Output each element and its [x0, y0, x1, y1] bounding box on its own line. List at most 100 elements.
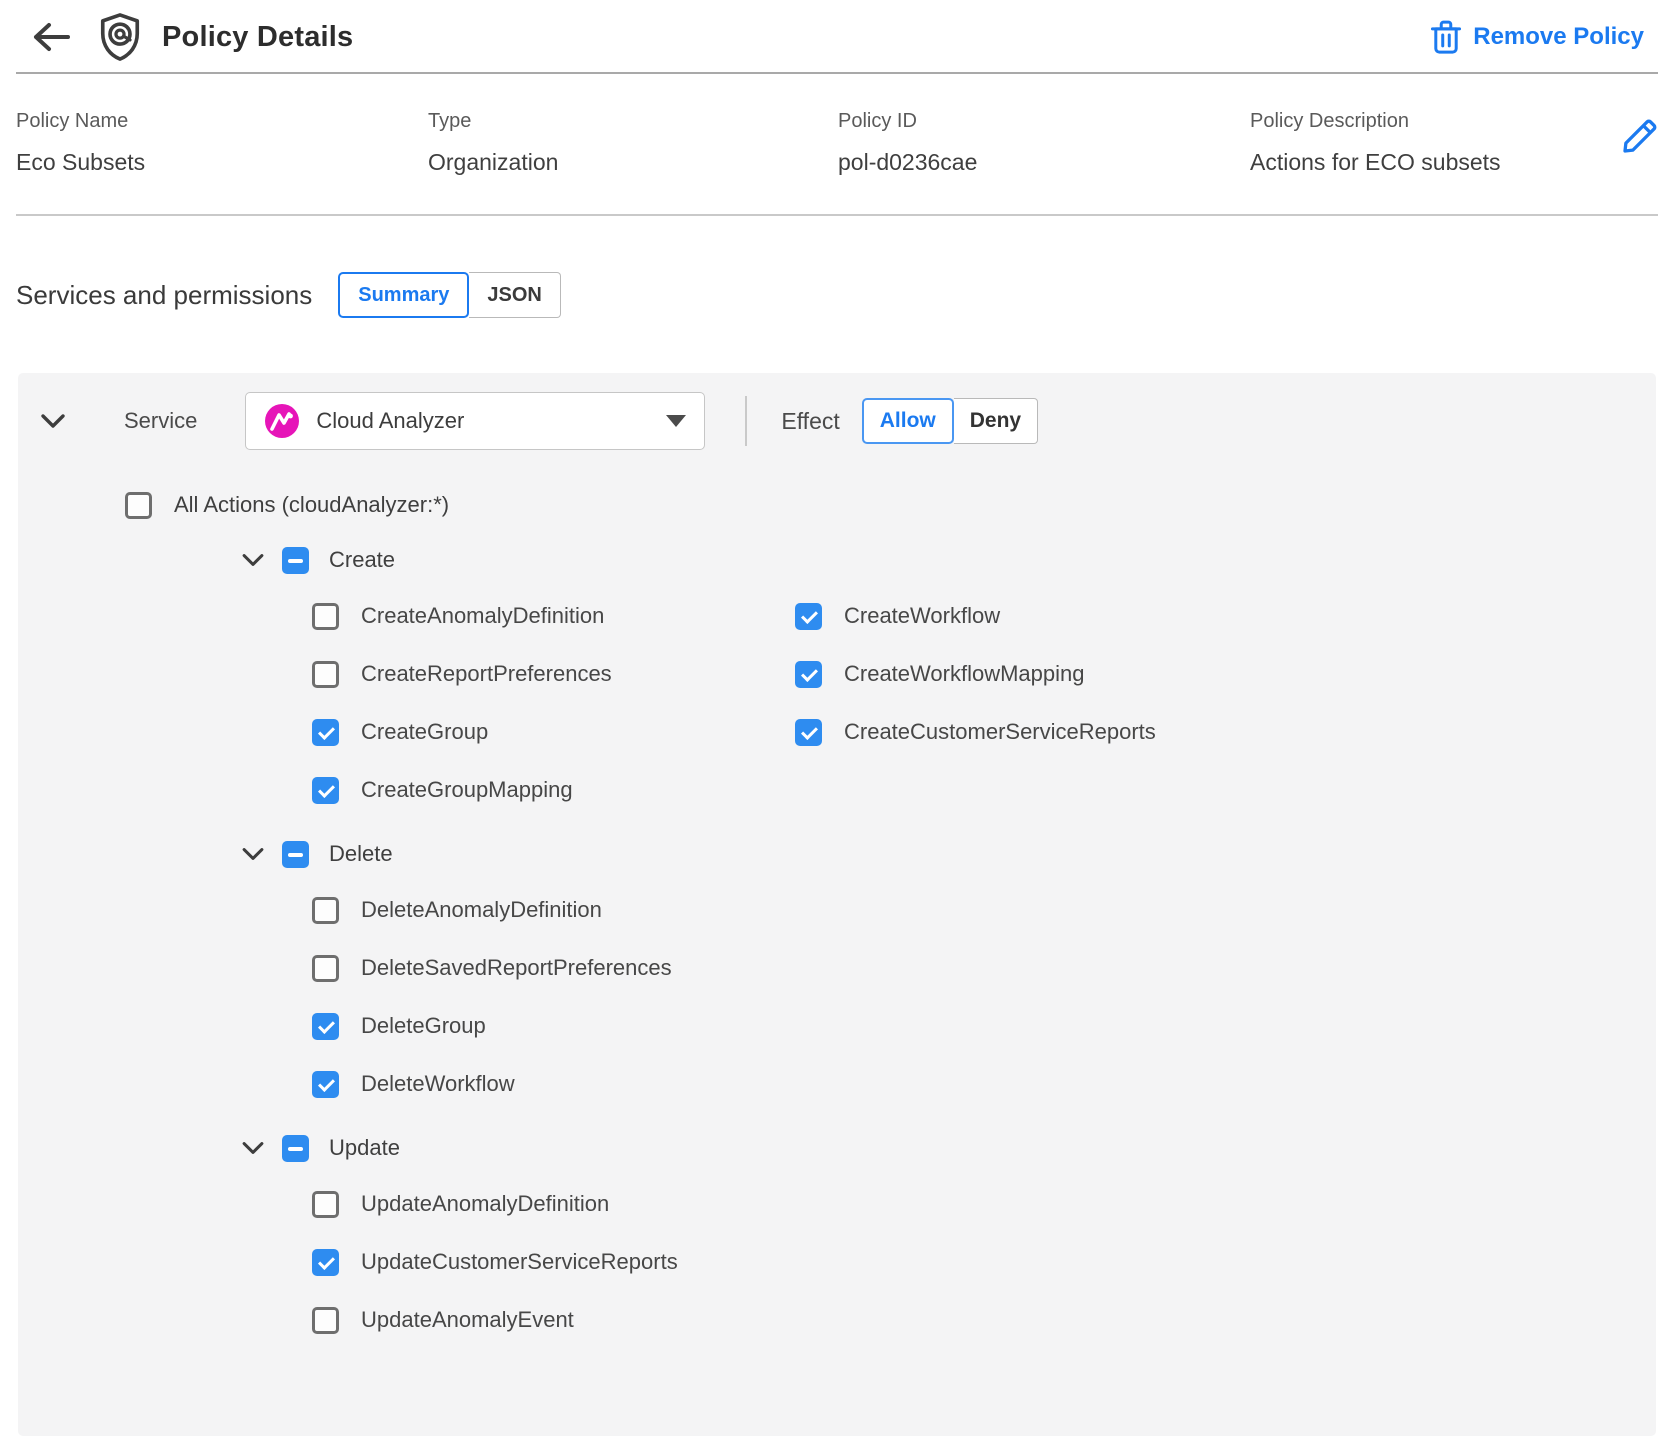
policy-id-value: pol-d0236cae: [838, 149, 1250, 176]
edit-policy-button[interactable]: [1618, 116, 1662, 160]
tab-json[interactable]: JSON: [469, 272, 560, 318]
checkbox-UpdateAnomalyDefinition[interactable]: [312, 1191, 339, 1218]
action-label: UpdateAnomalyDefinition: [361, 1191, 609, 1217]
group-items-delete: DeleteAnomalyDefinition DeleteSavedReport…: [312, 881, 1656, 1113]
checkbox-CreateWorkflow[interactable]: [795, 603, 822, 630]
services-permissions-header: Services and permissions Summary JSON: [16, 272, 1674, 318]
action-row: DeleteAnomalyDefinition: [312, 881, 1656, 939]
group-items-create: CreateAnomalyDefinitionCreateWorkflowCre…: [312, 587, 1656, 819]
chevron-down-icon: [241, 552, 265, 568]
action-row: CreateGroupMapping: [312, 761, 795, 819]
action-label: DeleteWorkflow: [361, 1071, 515, 1097]
policy-id-field: Policy ID pol-d0236cae: [838, 110, 1250, 176]
policy-type-value: Organization: [428, 149, 838, 176]
pencil-icon: [1618, 116, 1660, 158]
policy-type-field: Type Organization: [428, 110, 838, 176]
service-collapse-chevron[interactable]: [40, 408, 66, 434]
policy-description-value: Actions for ECO subsets: [1250, 149, 1618, 176]
arrow-left-icon: [32, 21, 72, 53]
top-bar: Policy Details Remove Policy: [0, 0, 1674, 72]
group-checkbox-update[interactable]: [282, 1135, 309, 1162]
all-actions-label: All Actions (cloudAnalyzer:*): [174, 492, 449, 518]
policy-id-label: Policy ID: [838, 110, 1250, 133]
action-row: CreateWorkflowMapping: [795, 645, 1656, 703]
action-row: UpdateAnomalyEvent: [312, 1291, 1656, 1349]
group-row-delete: Delete: [240, 831, 1656, 877]
tab-summary[interactable]: Summary: [338, 272, 469, 318]
action-label: CreateWorkflow: [844, 603, 1000, 629]
action-label: DeleteSavedReportPreferences: [361, 955, 672, 981]
page-title: Policy Details: [162, 21, 353, 54]
policy-info-row: Policy Name Eco Subsets Type Organizatio…: [0, 74, 1674, 214]
chevron-down-icon: [241, 846, 265, 862]
action-row: CreateGroup: [312, 703, 795, 761]
action-row: CreateCustomerServiceReports: [795, 703, 1656, 761]
remove-policy-label: Remove Policy: [1473, 23, 1644, 51]
group-checkbox-delete[interactable]: [282, 841, 309, 868]
action-label: UpdateCustomerServiceReports: [361, 1249, 678, 1275]
action-row: CreateWorkflow: [795, 587, 1656, 645]
checkbox-DeleteSavedReportPreferences[interactable]: [312, 955, 339, 982]
policy-description-label: Policy Description: [1250, 110, 1618, 133]
action-label: CreateGroupMapping: [361, 777, 573, 803]
action-row: UpdateCustomerServiceReports: [312, 1233, 1656, 1291]
action-row: DeleteWorkflow: [312, 1055, 1656, 1113]
service-label: Service: [124, 408, 197, 434]
checkbox-DeleteWorkflow[interactable]: [312, 1071, 339, 1098]
permissions-panel: Service Cloud Analyzer Effect Allow Deny…: [18, 373, 1656, 1436]
action-row: CreateReportPreferences: [312, 645, 795, 703]
action-row: UpdateAnomalyDefinition: [312, 1175, 1656, 1233]
effect-divider: [745, 396, 747, 446]
info-divider: [16, 214, 1658, 216]
back-button[interactable]: [30, 15, 74, 59]
checkbox-CreateCustomerServiceReports[interactable]: [795, 719, 822, 746]
view-toggle: Summary JSON: [338, 272, 561, 318]
checkbox-CreateWorkflowMapping[interactable]: [795, 661, 822, 688]
effect-allow-button[interactable]: Allow: [862, 398, 954, 444]
checkbox-CreateReportPreferences[interactable]: [312, 661, 339, 688]
action-label: DeleteGroup: [361, 1013, 486, 1039]
policy-shield-icon: [96, 11, 144, 63]
policy-name-field: Policy Name Eco Subsets: [16, 110, 428, 176]
checkbox-UpdateCustomerServiceReports[interactable]: [312, 1249, 339, 1276]
group-row-update: Update: [240, 1125, 1656, 1171]
group-chevron-delete[interactable]: [240, 841, 266, 867]
action-label: CreateReportPreferences: [361, 661, 612, 687]
policy-description-field: Policy Description Actions for ECO subse…: [1250, 110, 1618, 176]
action-row: DeleteGroup: [312, 997, 1656, 1055]
all-actions-row: All Actions (cloudAnalyzer:*): [125, 485, 1656, 525]
service-select[interactable]: Cloud Analyzer: [245, 392, 705, 450]
action-label: CreateCustomerServiceReports: [844, 719, 1156, 745]
checkbox-CreateGroupMapping[interactable]: [312, 777, 339, 804]
action-label: CreateWorkflowMapping: [844, 661, 1084, 687]
action-label: UpdateAnomalyEvent: [361, 1307, 574, 1333]
checkbox-DeleteGroup[interactable]: [312, 1013, 339, 1040]
checkbox-DeleteAnomalyDefinition[interactable]: [312, 897, 339, 924]
chevron-down-icon: [40, 412, 66, 430]
group-row-create: Create: [240, 537, 1656, 583]
checkbox-CreateAnomalyDefinition[interactable]: [312, 603, 339, 630]
group-chevron-create[interactable]: [240, 547, 266, 573]
group-label: Delete: [329, 841, 393, 867]
caret-down-icon: [666, 415, 686, 427]
service-select-value: Cloud Analyzer: [316, 408, 464, 434]
policy-type-label: Type: [428, 110, 838, 133]
policy-name-label: Policy Name: [16, 110, 428, 133]
remove-policy-button[interactable]: Remove Policy: [1431, 20, 1652, 54]
effect-toggle: Allow Deny: [862, 398, 1038, 444]
action-label: CreateGroup: [361, 719, 488, 745]
policy-name-value: Eco Subsets: [16, 149, 428, 176]
cloud-analyzer-icon: [264, 403, 300, 439]
action-row: DeleteSavedReportPreferences: [312, 939, 1656, 997]
group-checkbox-create[interactable]: [282, 547, 309, 574]
group-label: Update: [329, 1135, 400, 1161]
action-groups: Create CreateAnomalyDefinitionCreateWorkf…: [18, 537, 1656, 1349]
service-row: Service Cloud Analyzer Effect Allow Deny: [40, 391, 1656, 451]
checkbox-UpdateAnomalyEvent[interactable]: [312, 1307, 339, 1334]
effect-deny-button[interactable]: Deny: [954, 398, 1038, 444]
all-actions-checkbox[interactable]: [125, 492, 152, 519]
group-label: Create: [329, 547, 395, 573]
effect-label: Effect: [781, 408, 839, 435]
group-chevron-update[interactable]: [240, 1135, 266, 1161]
checkbox-CreateGroup[interactable]: [312, 719, 339, 746]
